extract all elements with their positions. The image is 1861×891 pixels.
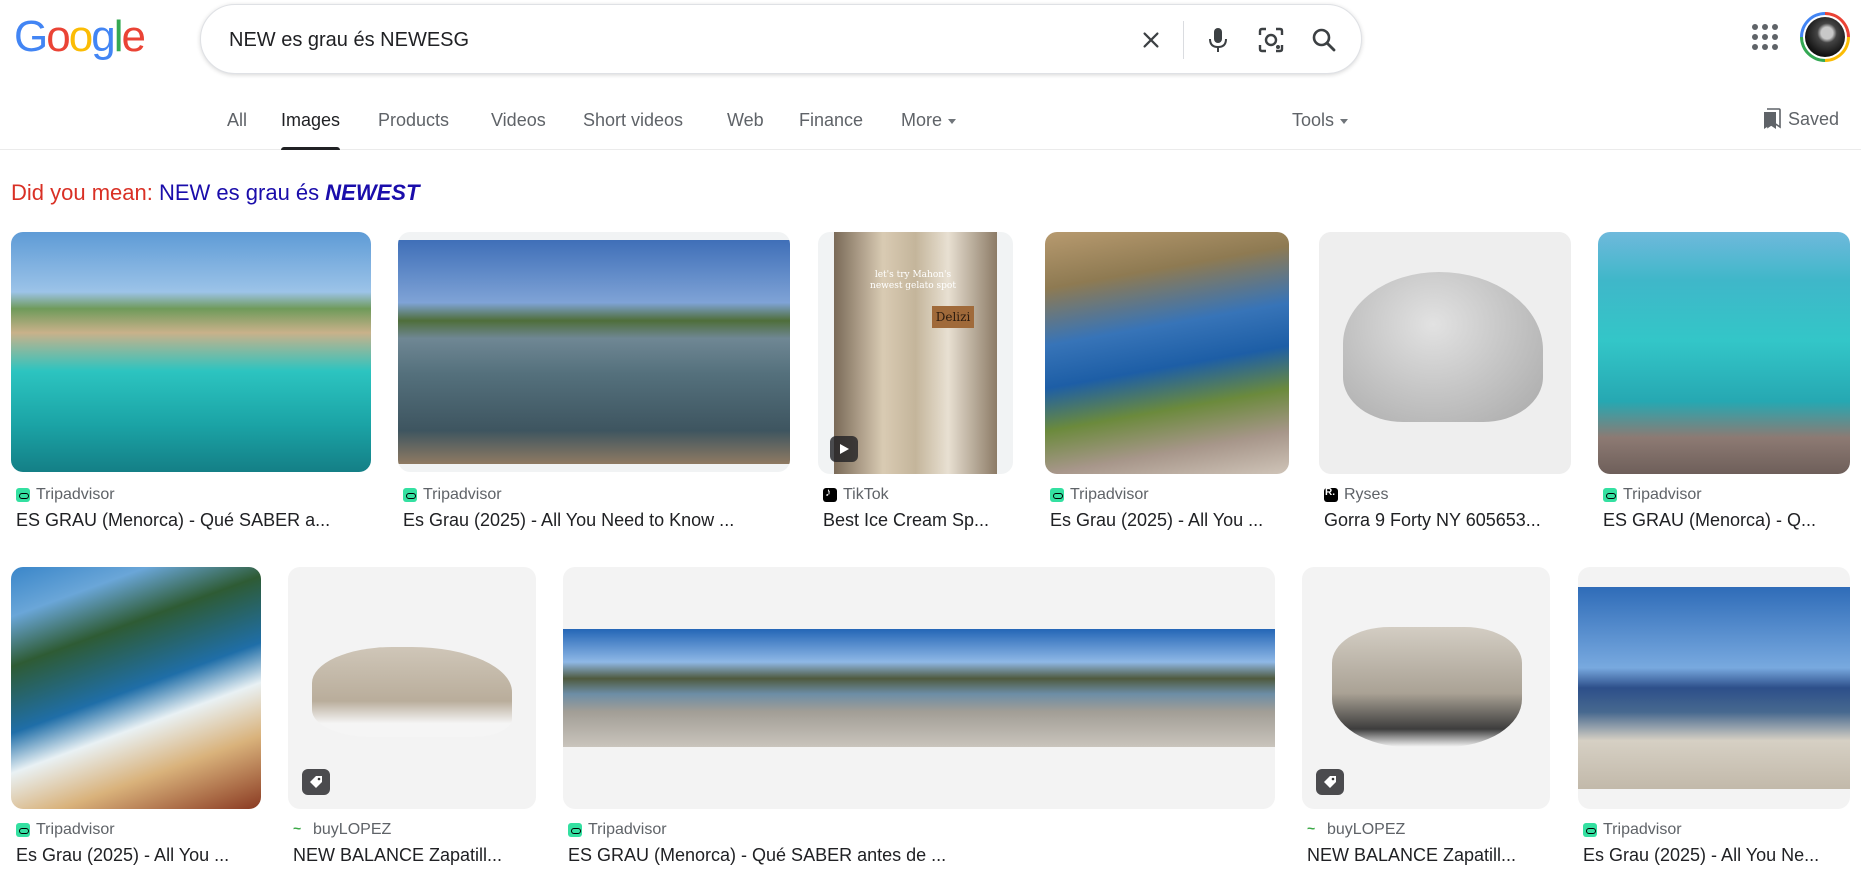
- headland-beach-photo: [11, 567, 261, 809]
- result-title: ES GRAU (Menorca) - Q...: [1603, 510, 1817, 530]
- header: Google: [0, 0, 1861, 76]
- tab-images[interactable]: Images: [281, 110, 341, 150]
- image-result[interactable]: buyLOPEZ NEW BALANCE Zapatill...: [1302, 567, 1550, 877]
- tab-more[interactable]: More: [901, 110, 957, 150]
- avatar-photo: [1805, 17, 1845, 57]
- shop-sign: Delizi: [932, 306, 974, 328]
- tiktok-icon: [823, 485, 837, 502]
- tripadvisor-icon: [16, 823, 30, 837]
- result-title: Es Grau (2025) - All You Need to Know ..…: [403, 510, 735, 530]
- image-result[interactable]: Tripadvisor Es Grau (2025) - All You ...: [11, 567, 261, 877]
- sneakers-photo: [312, 647, 512, 737]
- image-result[interactable]: Tripadvisor Es Grau (2025) - All You Ne.…: [1578, 567, 1850, 877]
- image-result[interactable]: Tripadvisor Es Grau (2025) - All You ...: [1045, 232, 1289, 542]
- did-you-mean-suggestion[interactable]: NEW es grau és NEWEST: [159, 180, 419, 205]
- tripadvisor-icon: [568, 823, 582, 837]
- did-you-mean: Did you mean: NEW es grau és NEWEST: [11, 180, 419, 206]
- result-title: Es Grau (2025) - All You ...: [16, 845, 230, 865]
- result-title: ES GRAU (Menorca) - Qué SABER antes de .…: [568, 845, 947, 865]
- tag-icon: [310, 776, 322, 788]
- rocky-inlet-photo: [1045, 232, 1289, 474]
- search-divider: [1183, 21, 1184, 59]
- tab-finance[interactable]: Finance: [799, 110, 863, 150]
- result-title: NEW BALANCE Zapatill...: [293, 845, 503, 865]
- tripadvisor-icon: [1603, 488, 1617, 502]
- tab-videos[interactable]: Videos: [491, 110, 546, 150]
- tools-label: Tools: [1292, 110, 1335, 130]
- image-result[interactable]: Tripadvisor Es Grau (2025) - All You Nee…: [398, 232, 790, 542]
- result-source: Tripadvisor: [1583, 821, 1682, 839]
- turquoise-rocks-photo: [1598, 232, 1850, 474]
- tools-button[interactable]: Tools: [1292, 110, 1349, 150]
- image-result[interactable]: Tripadvisor ES GRAU (Menorca) - Qué SABE…: [11, 232, 371, 542]
- alley-street-photo: let's try Mahon's newest gelato spot Deli…: [834, 232, 997, 474]
- camera-lens-icon[interactable]: [1254, 23, 1288, 57]
- search-box: [200, 4, 1362, 75]
- result-source: Tripadvisor: [16, 486, 115, 504]
- bookmark-icon: [1764, 108, 1781, 129]
- tab-all[interactable]: All: [227, 110, 247, 150]
- result-title: Es Grau (2025) - All You ...: [1050, 510, 1264, 530]
- shallow-bay-photo: [398, 240, 790, 464]
- tab-short-videos[interactable]: Short videos: [583, 110, 683, 150]
- result-title: NEW BALANCE Zapatill...: [1307, 845, 1517, 865]
- image-result[interactable]: let's try Mahon's newest gelato spot Deli…: [818, 232, 1013, 542]
- suggestion-prefix: NEW es grau és: [158, 180, 320, 205]
- google-logo[interactable]: Google: [14, 12, 146, 62]
- sneakers-front-photo: [1332, 627, 1522, 747]
- chevron-down-icon: [948, 118, 957, 124]
- seaside-village-photo: [1578, 587, 1850, 789]
- panorama-beach-photo: [563, 629, 1275, 747]
- result-source: TikTok: [823, 485, 889, 504]
- result-source: Tripadvisor: [16, 821, 115, 839]
- shopping-badge: [1316, 769, 1344, 795]
- tripadvisor-icon: [403, 488, 417, 502]
- suggestion-correction: NEWEST: [325, 180, 420, 205]
- image-result[interactable]: buyLOPEZ NEW BALANCE Zapatill...: [288, 567, 536, 877]
- result-source: buyLOPEZ: [1307, 821, 1405, 839]
- search-icon[interactable]: [1307, 23, 1341, 57]
- play-badge: [830, 436, 858, 462]
- result-source: Tripadvisor: [1603, 486, 1702, 504]
- result-source: Tripadvisor: [1050, 486, 1149, 504]
- result-title: Gorra 9 Forty NY 605653...: [1324, 510, 1541, 530]
- result-source: Tripadvisor: [403, 486, 502, 504]
- image-result[interactable]: Tripadvisor ES GRAU (Menorca) - Qué SABE…: [563, 567, 1275, 877]
- buylopez-icon: [293, 821, 307, 837]
- result-title: Best Ice Cream Sp...: [823, 510, 990, 530]
- beach-cove-photo: [11, 232, 371, 472]
- search-input[interactable]: [229, 5, 1079, 75]
- result-source: Ryses: [1324, 486, 1388, 504]
- saved-button[interactable]: Saved: [1762, 108, 1839, 130]
- tripadvisor-icon: [1583, 823, 1597, 837]
- saved-label: Saved: [1788, 108, 1840, 129]
- buylopez-icon: [1307, 821, 1321, 837]
- search-tabs: All Images Products Videos Short videos …: [0, 96, 1861, 150]
- chevron-down-icon: [1340, 118, 1349, 124]
- result-source: Tripadvisor: [568, 821, 667, 839]
- avatar[interactable]: [1800, 12, 1850, 62]
- result-title: ES GRAU (Menorca) - Qué SABER a...: [16, 510, 331, 530]
- video-overlay-text: let's try Mahon's newest gelato spot: [870, 270, 956, 291]
- did-you-mean-label: Did you mean:: [11, 180, 153, 205]
- tab-web[interactable]: Web: [727, 110, 764, 150]
- microphone-icon[interactable]: [1201, 23, 1235, 57]
- result-source: buyLOPEZ: [293, 821, 391, 839]
- ryses-icon: [1324, 487, 1338, 502]
- result-title: Es Grau (2025) - All You Ne...: [1583, 845, 1820, 865]
- tag-icon: [1324, 776, 1336, 788]
- tripadvisor-icon: [1050, 488, 1064, 502]
- image-result[interactable]: Ryses Gorra 9 Forty NY 605653...: [1319, 232, 1571, 542]
- apps-grid-icon[interactable]: [1752, 24, 1778, 50]
- tab-products[interactable]: Products: [378, 110, 449, 150]
- baseball-cap-photo: [1343, 272, 1543, 422]
- tab-more-label: More: [901, 110, 943, 130]
- play-icon: [840, 444, 849, 454]
- clear-icon[interactable]: [1134, 23, 1168, 57]
- tripadvisor-icon: [16, 488, 30, 502]
- shopping-badge: [302, 769, 330, 795]
- image-result[interactable]: Tripadvisor ES GRAU (Menorca) - Q...: [1598, 232, 1850, 542]
